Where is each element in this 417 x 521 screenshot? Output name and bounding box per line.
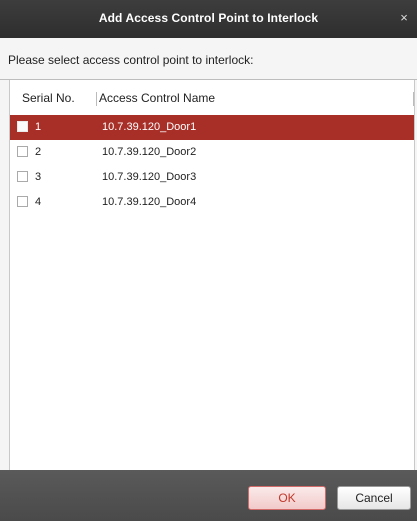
cancel-button[interactable]: Cancel — [337, 486, 411, 510]
access-control-name-cell: 10.7.39.120_Door3 — [102, 171, 197, 183]
title-bar[interactable]: Add Access Control Point to Interlock × — [0, 0, 417, 38]
row-checkbox[interactable] — [17, 171, 28, 182]
instruction-bar: Please select access control point to in… — [0, 38, 417, 80]
column-divider[interactable] — [413, 92, 414, 106]
serial-cell: 4 — [35, 196, 42, 208]
table-row[interactable]: 1 10.7.39.120_Door1 — [10, 115, 414, 140]
add-access-control-dialog: Add Access Control Point to Interlock × … — [0, 0, 417, 521]
access-control-name-cell: 10.7.39.120_Door4 — [102, 196, 197, 208]
serial-cell: 3 — [35, 171, 42, 183]
table-header: Serial No. Access Control Name — [10, 80, 414, 115]
access-point-table: Serial No. Access Control Name 1 10.7.39… — [9, 80, 415, 470]
ok-button[interactable]: OK — [248, 486, 326, 510]
table-row[interactable]: 3 10.7.39.120_Door3 — [10, 165, 414, 190]
column-divider[interactable] — [96, 92, 97, 106]
dialog-title: Add Access Control Point to Interlock — [98, 11, 319, 25]
column-header-serial[interactable]: Serial No. — [22, 91, 75, 105]
access-control-name-cell: 10.7.39.120_Door1 — [102, 121, 197, 133]
column-header-name[interactable]: Access Control Name — [99, 91, 215, 105]
serial-cell: 1 — [35, 121, 42, 133]
close-icon[interactable]: × — [397, 10, 411, 26]
instruction-text: Please select access control point to in… — [8, 53, 254, 67]
table-row[interactable]: 4 10.7.39.120_Door4 — [10, 190, 414, 215]
serial-cell: 2 — [35, 146, 42, 158]
row-checkbox[interactable] — [17, 121, 28, 132]
row-checkbox[interactable] — [17, 196, 28, 207]
row-checkbox[interactable] — [17, 146, 28, 157]
dialog-footer: OK Cancel — [0, 470, 417, 521]
access-control-name-cell: 10.7.39.120_Door2 — [102, 146, 197, 158]
table-row[interactable]: 2 10.7.39.120_Door2 — [10, 140, 414, 165]
